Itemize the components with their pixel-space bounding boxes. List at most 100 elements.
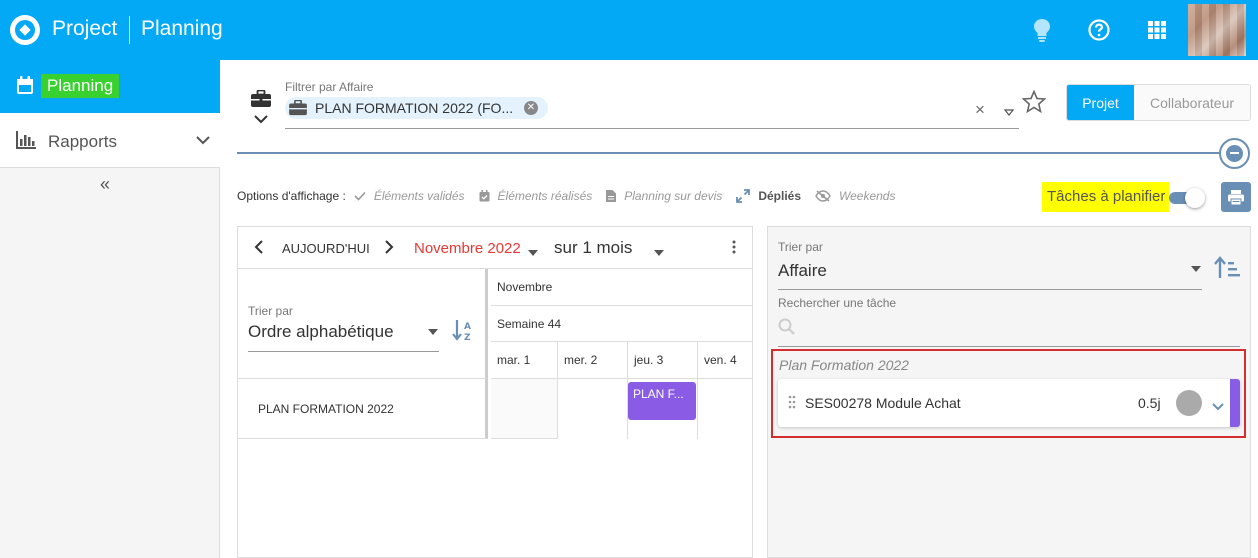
check-icon bbox=[354, 191, 366, 201]
projet-view-button[interactable]: Projet bbox=[1067, 85, 1134, 120]
option-weekends[interactable]: Weekends bbox=[815, 189, 895, 203]
option-planning-sur-devis[interactable]: Planning sur devis bbox=[606, 189, 722, 203]
sort-label: Trier par bbox=[248, 304, 293, 318]
task-card[interactable]: SES00278 Module Achat 0.5j bbox=[778, 379, 1240, 427]
table-row[interactable]: PLAN FORMATION 2022 bbox=[238, 379, 488, 439]
day-label: mar. 1 bbox=[497, 353, 531, 367]
caret-down-icon[interactable] bbox=[528, 244, 538, 259]
month-selector[interactable]: Novembre 2022 bbox=[414, 240, 521, 257]
calendar-icon bbox=[16, 76, 34, 98]
collapse-sidebar-button[interactable]: « bbox=[100, 174, 110, 195]
option-elements-realises[interactable]: Éléments réalisés bbox=[479, 189, 593, 203]
sort-column: Trier par Ordre alphabétique AZ bbox=[238, 269, 488, 379]
briefcase-icon bbox=[251, 89, 271, 111]
option-label: Weekends bbox=[839, 189, 896, 203]
star-icon[interactable] bbox=[1021, 89, 1047, 116]
briefcase-icon bbox=[289, 99, 307, 119]
chevron-down-icon[interactable] bbox=[254, 112, 268, 127]
task-group-title: Plan Formation 2022 bbox=[779, 357, 909, 373]
caret-down-icon[interactable] bbox=[1191, 260, 1201, 275]
day-header: mer. 2 bbox=[558, 342, 628, 379]
expand-icon bbox=[736, 189, 751, 203]
days-header: mar. 1 mer. 2 jeu. 3 ven. 4 bbox=[491, 342, 752, 379]
filter-label: Filtrer par Affaire bbox=[285, 80, 374, 94]
day-label: jeu. 3 bbox=[634, 353, 664, 367]
sidebar-item-label: Planning bbox=[41, 74, 120, 98]
month-header-label: Novembre bbox=[497, 280, 553, 294]
sidebar: Planning Rapports « bbox=[0, 60, 220, 558]
option-deplies[interactable]: Dépliés bbox=[736, 189, 801, 203]
day-label: ven. 4 bbox=[704, 353, 737, 367]
zoom-out-icon[interactable] bbox=[1219, 138, 1250, 169]
month-header: Novembre bbox=[491, 269, 752, 306]
tasks-sort-label: Trier par bbox=[778, 240, 823, 254]
timeline-cell[interactable] bbox=[698, 379, 752, 439]
calendar-panel: AUJOURD'HUI Novembre 2022 sur 1 mois Tri… bbox=[237, 226, 753, 558]
user-avatar[interactable] bbox=[1188, 4, 1246, 56]
planning-event[interactable]: PLAN F... bbox=[628, 382, 696, 420]
task-duration: 0.5j bbox=[1138, 395, 1161, 411]
sidebar-item-planning[interactable]: Planning bbox=[0, 60, 220, 113]
timeline-row bbox=[491, 379, 752, 439]
drag-handle-icon[interactable] bbox=[788, 395, 796, 412]
tasks-sort-select[interactable]: Affaire bbox=[778, 261, 827, 281]
sort-underline bbox=[248, 351, 439, 352]
collaborateur-view-button[interactable]: Collaborateur bbox=[1134, 85, 1250, 120]
range-selector[interactable]: sur 1 mois bbox=[554, 238, 632, 258]
sort-az-icon[interactable]: AZ bbox=[452, 319, 476, 344]
chevron-left-icon[interactable] bbox=[254, 240, 264, 257]
row-label: PLAN FORMATION 2022 bbox=[258, 402, 394, 416]
task-search-input[interactable] bbox=[778, 346, 1240, 347]
option-label: Éléments validés bbox=[373, 189, 465, 203]
view-mode-toggle: Projet Collaborateur bbox=[1066, 84, 1251, 121]
sort-ascending-icon[interactable] bbox=[1214, 256, 1242, 283]
top-bar: Project Planning bbox=[0, 0, 1258, 60]
caret-down-icon[interactable] bbox=[654, 244, 664, 259]
eye-slash-icon bbox=[815, 190, 831, 202]
week-header: Semaine 44 bbox=[491, 306, 752, 342]
timeline-cell[interactable] bbox=[491, 379, 558, 439]
sidebar-item-rapports[interactable]: Rapports bbox=[0, 113, 220, 168]
app-module-title: Planning bbox=[141, 17, 223, 40]
lightbulb-icon[interactable] bbox=[1030, 18, 1054, 42]
print-icon bbox=[1228, 189, 1244, 205]
task-name: SES00278 Module Achat bbox=[805, 395, 961, 411]
print-button[interactable] bbox=[1221, 182, 1251, 212]
help-icon[interactable] bbox=[1087, 18, 1111, 42]
option-label: Éléments réalisés bbox=[497, 189, 593, 203]
chevron-down-icon[interactable] bbox=[196, 133, 210, 148]
status-circle-icon bbox=[1176, 390, 1202, 416]
filter-chip[interactable]: PLAN FORMATION 2022 (FO... ✕ bbox=[285, 97, 548, 119]
app-name: Project bbox=[52, 17, 118, 40]
caret-down-icon[interactable] bbox=[428, 323, 438, 338]
apps-grid-icon[interactable] bbox=[1145, 18, 1169, 42]
option-elements-valides[interactable]: Éléments validés bbox=[354, 189, 465, 203]
bar-chart-icon bbox=[16, 131, 36, 152]
option-label: Planning sur devis bbox=[624, 189, 723, 203]
more-vert-icon[interactable] bbox=[732, 240, 736, 257]
tasks-sort-underline bbox=[778, 289, 1202, 290]
sort-select[interactable]: Ordre alphabétique bbox=[248, 322, 394, 342]
document-icon bbox=[606, 190, 617, 202]
search-icon[interactable] bbox=[778, 318, 795, 338]
sidebar-item-label: Rapports bbox=[48, 132, 117, 151]
day-header: mar. 1 bbox=[491, 342, 558, 379]
chip-remove-icon[interactable]: ✕ bbox=[524, 101, 538, 115]
option-label: Dépliés bbox=[758, 189, 801, 203]
chevron-right-icon[interactable] bbox=[384, 240, 394, 257]
app-logo-icon[interactable] bbox=[10, 15, 40, 45]
taches-a-planifier-label: Tâches à planifier bbox=[1042, 182, 1170, 212]
svg-text:A: A bbox=[464, 322, 471, 332]
dropdown-arrow-icon[interactable] bbox=[1003, 104, 1015, 119]
calendar-check-icon bbox=[479, 190, 490, 202]
filter-chip-text: PLAN FORMATION 2022 (FO... bbox=[315, 100, 514, 116]
taches-toggle[interactable] bbox=[1167, 188, 1205, 208]
clear-filter-button[interactable]: × bbox=[975, 100, 985, 120]
filter-underline bbox=[285, 128, 1019, 129]
title-separator bbox=[129, 16, 130, 44]
chevron-down-icon[interactable] bbox=[1212, 399, 1224, 414]
today-button[interactable]: AUJOURD'HUI bbox=[282, 241, 370, 256]
task-color-bar bbox=[1230, 379, 1240, 427]
timeline-cell[interactable] bbox=[558, 379, 628, 439]
task-search-label: Rechercher une tâche bbox=[778, 296, 897, 310]
